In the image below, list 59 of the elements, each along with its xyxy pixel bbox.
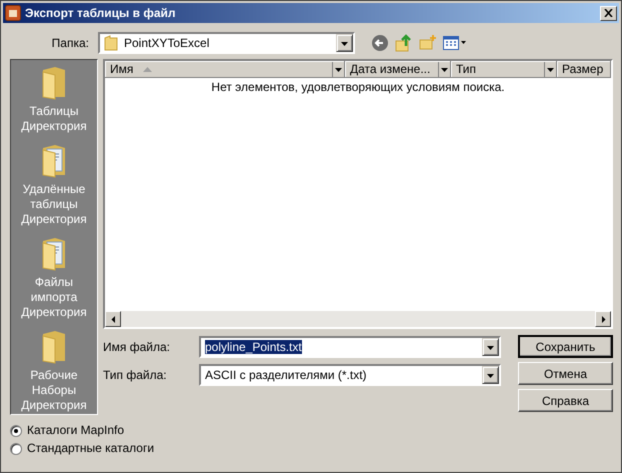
column-label: Тип (456, 62, 476, 76)
column-label: Размер (562, 62, 604, 76)
place-item[interactable]: Таблицы Директория (21, 66, 87, 134)
file-type-dropdown[interactable]: ASCII с разделителями (*.txt) (199, 364, 501, 386)
file-type-label: Тип файла: (103, 368, 168, 382)
view-menu-button[interactable] (443, 35, 467, 51)
dropdown-button[interactable] (482, 338, 499, 356)
column-filter-button[interactable] (438, 62, 450, 76)
dropdown-button[interactable] (482, 366, 499, 384)
caret-icon (487, 344, 494, 350)
caret-icon (441, 66, 448, 72)
column-filter-button[interactable] (332, 62, 344, 76)
column-filter-button[interactable] (544, 62, 556, 76)
caret-icon (341, 40, 348, 46)
dialog-button[interactable]: Сохранить (518, 335, 613, 358)
scroll-left-button[interactable] (105, 311, 121, 327)
file-name-field[interactable]: polyline_Points.txt (199, 336, 501, 358)
caret-icon (335, 66, 342, 72)
place-item[interactable]: Рабочие Наборы Директория (21, 330, 87, 413)
dialog-button[interactable]: Справка (518, 389, 613, 412)
folder-label: Папка: (50, 36, 90, 50)
folder-icon (40, 330, 67, 364)
empty-message: Нет элементов, удовлетворяющих условиям поиска. (211, 80, 505, 96)
folder-with-documents-icon (40, 144, 67, 178)
radio-button[interactable] (10, 442, 22, 454)
app-icon (5, 5, 21, 21)
close-button[interactable] (600, 6, 617, 20)
column-label: Дата измене... (350, 62, 430, 76)
folder-up-icon (395, 34, 413, 52)
dialog-button[interactable]: Отмена (518, 362, 613, 385)
folder-dropdown[interactable]: PointXYToExcel (98, 32, 355, 54)
column-header[interactable]: Дата измене... (345, 61, 451, 78)
caret-icon (547, 66, 554, 72)
left-arrow-icon (110, 316, 116, 322)
horizontal-scrollbar[interactable] (105, 311, 611, 327)
column-header[interactable]: Имя (105, 61, 345, 78)
column-header[interactable]: Размер (557, 61, 611, 78)
back-button[interactable] (371, 34, 389, 52)
place-item[interactable]: Файлы импорта Директория (21, 237, 87, 320)
close-icon (604, 9, 613, 17)
new-folder-icon (419, 34, 437, 52)
radio-label: Каталоги MapInfo (27, 423, 124, 438)
folder-icon (40, 66, 67, 100)
radio-label: Стандартные каталоги (27, 441, 154, 456)
column-label: Имя (110, 62, 134, 76)
window-title: Экспорт таблицы в файл (25, 6, 177, 20)
place-item[interactable]: Удалённые таблицы Директория (21, 144, 87, 227)
folder-name: PointXYToExcel (124, 36, 210, 50)
caret-icon (487, 372, 494, 378)
folder-icon (104, 35, 118, 51)
back-icon (371, 34, 389, 52)
column-header[interactable]: Тип (451, 61, 557, 78)
right-arrow-icon (600, 316, 606, 322)
radio-button[interactable] (10, 424, 22, 436)
view-grid-icon (443, 35, 467, 51)
folder-with-documents-icon (40, 237, 67, 271)
scroll-right-button[interactable] (595, 311, 611, 327)
dropdown-button[interactable] (336, 34, 353, 52)
file-name-label: Имя файла: (103, 340, 171, 354)
